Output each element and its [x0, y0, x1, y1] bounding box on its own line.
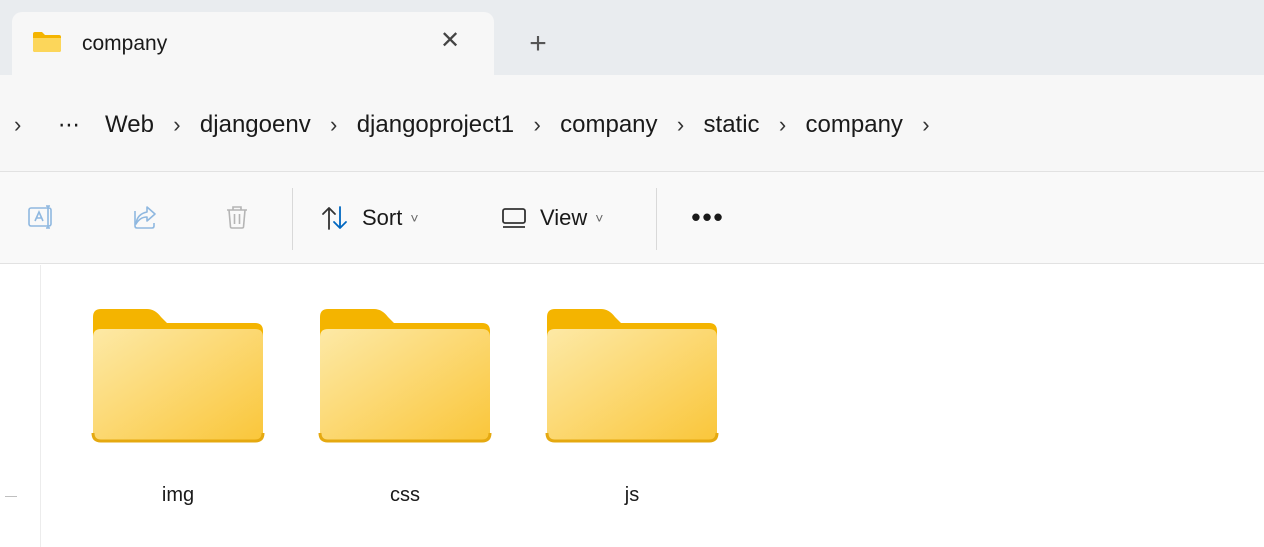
tab-title: company — [82, 32, 168, 55]
chevron-down-icon: ˅ — [595, 210, 604, 226]
navigation-pane-tick — [5, 496, 17, 497]
folder-icon — [545, 309, 719, 443]
close-icon[interactable]: ✕ — [436, 26, 464, 54]
chevron-down-icon: ˅ — [410, 210, 419, 226]
folder-icon — [91, 309, 265, 443]
chevron-right-icon[interactable]: › — [909, 112, 943, 138]
address-bar: › ⋯ Web › djangoenv › djangoproject1 › c… — [0, 75, 1264, 172]
tab-strip: company ✕ + — [0, 0, 1264, 75]
chevron-right-icon[interactable]: › — [160, 112, 194, 138]
rename-button[interactable] — [24, 200, 58, 234]
rename-icon — [28, 205, 52, 229]
new-tab-button[interactable]: + — [520, 26, 556, 62]
view-icon — [502, 208, 526, 228]
share-icon — [134, 206, 156, 229]
sort-icon — [322, 206, 347, 230]
folder-icon — [318, 309, 492, 443]
breadcrumb-item-djangoproject1[interactable]: djangoproject1 — [351, 111, 520, 139]
folder-name: css — [390, 484, 420, 506]
folder-icon — [33, 32, 61, 52]
view-label: View — [540, 205, 588, 230]
breadcrumb-item-company-current[interactable]: company — [800, 111, 909, 139]
file-list: img css js — [0, 265, 1264, 547]
breadcrumb-item-web[interactable]: Web — [99, 111, 160, 139]
chevron-right-icon[interactable]: › — [14, 112, 34, 138]
folder-name: img — [161, 484, 195, 506]
see-more-button[interactable]: ••• — [688, 202, 728, 232]
breadcrumb-item-static[interactable]: static — [698, 111, 766, 139]
breadcrumb-item-company[interactable]: company — [554, 111, 663, 139]
chevron-right-icon[interactable]: › — [520, 112, 554, 138]
breadcrumb-overflow-button[interactable]: ⋯ — [34, 112, 99, 138]
toolbar-divider — [292, 188, 293, 250]
chevron-right-icon[interactable]: › — [317, 112, 351, 138]
file-explorer-window: company ✕ + › ⋯ Web › djangoenv › django… — [0, 0, 1264, 547]
toolbar-divider — [656, 188, 657, 250]
folder-name: js — [624, 484, 640, 506]
breadcrumb: › ⋯ Web › djangoenv › djangoproject1 › c… — [14, 105, 943, 145]
folder-item-css[interactable]: css — [310, 301, 500, 521]
command-bar: Sort ˅ View ˅ ••• — [0, 172, 1264, 264]
folder-item-js[interactable]: js — [537, 301, 727, 521]
tab-company[interactable]: company ✕ — [12, 12, 494, 75]
view-button[interactable]: View ˅ — [500, 198, 603, 238]
delete-button[interactable] — [220, 200, 254, 234]
sort-label: Sort — [362, 205, 403, 230]
folder-item-img[interactable]: img — [83, 301, 273, 521]
sort-button[interactable]: Sort ˅ — [320, 198, 419, 238]
chevron-right-icon[interactable]: › — [766, 112, 800, 138]
share-button[interactable] — [128, 200, 162, 234]
delete-icon — [227, 206, 247, 229]
chevron-right-icon[interactable]: › — [664, 112, 698, 138]
breadcrumb-item-djangoenv[interactable]: djangoenv — [194, 111, 317, 139]
navigation-pane-edge — [40, 265, 41, 547]
